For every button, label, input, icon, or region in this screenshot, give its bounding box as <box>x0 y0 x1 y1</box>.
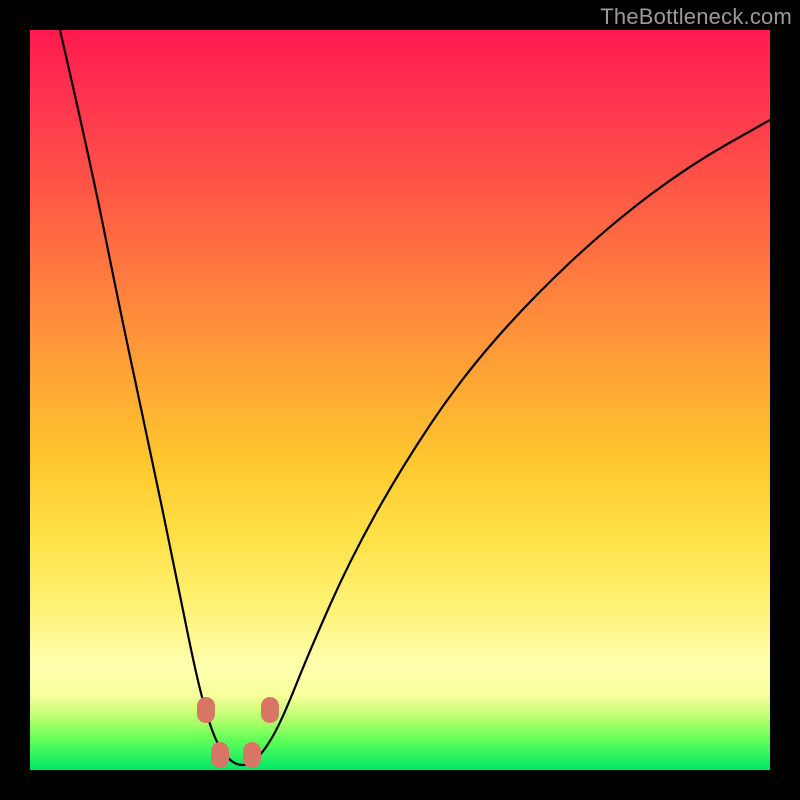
watermark-text: TheBottleneck.com <box>600 4 792 30</box>
curve-marker <box>261 697 279 723</box>
curve-markers <box>30 30 770 770</box>
curve-marker <box>243 742 261 768</box>
curve-marker <box>211 742 229 768</box>
curve-marker <box>197 697 215 723</box>
chart-frame <box>30 30 770 770</box>
